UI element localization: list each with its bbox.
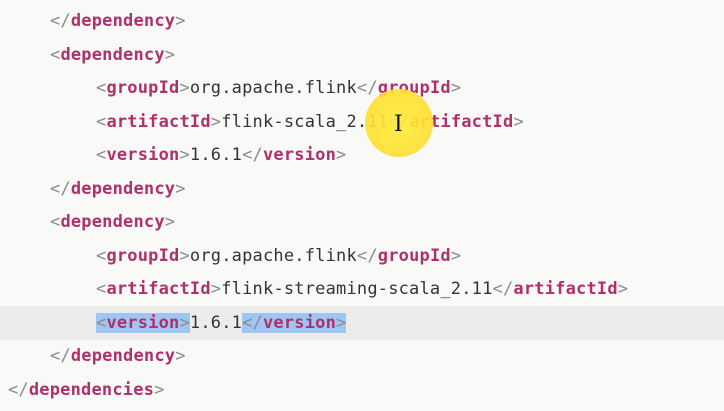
bracket: > xyxy=(336,145,347,165)
code-line[interactable]: <dependency> xyxy=(0,38,724,72)
tag-name: groupId xyxy=(106,78,180,98)
code-line[interactable]: <artifactId>flink-streaming-scala_2.11</… xyxy=(0,272,724,306)
bracket: > xyxy=(179,245,190,266)
code-line[interactable]: <groupId>org.apache.flink</groupId> xyxy=(0,71,724,105)
code-line[interactable]: <dependency> xyxy=(0,205,724,239)
open-tag: <groupId> xyxy=(96,78,190,98)
tag-name: groupId xyxy=(106,245,180,266)
bracket: > xyxy=(336,312,347,333)
close-tag: </dependencies> xyxy=(8,380,165,400)
bracket: > xyxy=(450,78,462,98)
close-tag: </version> xyxy=(242,145,346,165)
bracket: < xyxy=(50,212,61,232)
tag-name: artifactId xyxy=(106,279,211,299)
tag-name: version xyxy=(262,145,337,165)
close-tag: </dependency> xyxy=(50,11,186,31)
bracket: </ xyxy=(492,279,514,299)
bracket: > xyxy=(164,44,176,65)
tag-name: dependencies xyxy=(28,379,155,400)
tag-name: version xyxy=(262,312,337,333)
tag-name: dependency xyxy=(70,178,176,199)
close-tag: </dependency> xyxy=(50,179,186,199)
bracket: < xyxy=(96,312,107,333)
tag-name: artifactId xyxy=(513,279,618,299)
bracket: < xyxy=(96,111,107,132)
bracket: > xyxy=(210,279,222,299)
open-tag: <version> xyxy=(96,145,190,165)
close-tag: </dependency> xyxy=(50,346,186,366)
bracket: > xyxy=(175,11,186,31)
tag-name: groupId xyxy=(377,245,451,266)
bracket: < xyxy=(96,78,107,98)
bracket: > xyxy=(617,279,629,299)
tag-name: dependency xyxy=(70,11,176,31)
open-tag: <artifactId> xyxy=(96,279,221,299)
element-value: flink-scala_2.11 xyxy=(221,111,389,132)
tag-name: dependency xyxy=(70,346,176,366)
bracket: < xyxy=(96,245,107,266)
bracket: > xyxy=(179,312,190,333)
open-tag: <artifactId> xyxy=(96,112,221,132)
code-editor[interactable]: </dependency> <dependency> <groupId>org.ap… xyxy=(0,0,724,411)
element-value: 1.6.1 xyxy=(189,312,243,333)
close-tag: </artifactId> xyxy=(493,279,629,299)
text-cursor-icon: I xyxy=(394,112,403,137)
bracket: </ xyxy=(356,78,378,98)
bracket: </ xyxy=(8,379,29,400)
bracket: > xyxy=(154,379,165,400)
code-line[interactable]: <artifactId>flink-scala_2.11</artifactId… xyxy=(0,105,724,139)
bracket: </ xyxy=(356,245,378,266)
code-line[interactable]: </dependency> xyxy=(0,172,724,206)
code-line[interactable]: </dependency> xyxy=(0,4,724,38)
code-line[interactable]: <groupId>org.apache.flink</groupId> xyxy=(0,239,724,273)
element-value: 1.6.1 xyxy=(189,145,243,165)
bracket: </ xyxy=(242,312,263,333)
element-value: flink-streaming-scala_2.11 xyxy=(221,279,493,299)
tag-name: version xyxy=(106,145,180,165)
close-tag: </version> xyxy=(242,312,347,333)
bracket: > xyxy=(175,178,186,199)
bracket: < xyxy=(50,44,61,65)
bracket: > xyxy=(179,145,190,165)
bracket: </ xyxy=(50,178,71,199)
code-line[interactable]: </dependencies> xyxy=(0,373,724,407)
bracket: > xyxy=(513,111,524,132)
code-line[interactable]: <version>1.6.1</version> xyxy=(0,305,724,340)
bracket: > xyxy=(179,78,190,98)
close-tag: </groupId> xyxy=(357,246,461,266)
bracket: < xyxy=(96,279,107,299)
bracket: </ xyxy=(50,346,71,366)
code-line[interactable]: <version>1.6.1</version> xyxy=(0,138,724,172)
bracket: </ xyxy=(242,145,263,165)
bracket: > xyxy=(175,346,186,366)
tag-name: dependency xyxy=(60,212,165,232)
open-tag: <dependency> xyxy=(50,45,175,65)
bracket: </ xyxy=(50,11,71,31)
bracket: > xyxy=(164,212,176,232)
bracket: > xyxy=(210,111,222,132)
code-line[interactable]: </dependency> xyxy=(0,339,724,373)
element-value: org.apache.flink xyxy=(189,78,357,98)
bracket: < xyxy=(96,145,107,165)
bracket: > xyxy=(450,245,462,266)
tag-name: version xyxy=(106,312,180,333)
tag-name: dependency xyxy=(60,44,165,65)
open-tag: <groupId> xyxy=(96,246,190,266)
element-value: org.apache.flink xyxy=(189,245,357,266)
tag-name: artifactId xyxy=(106,111,211,132)
open-tag: <dependency> xyxy=(50,212,175,232)
open-tag: <version> xyxy=(96,312,190,333)
